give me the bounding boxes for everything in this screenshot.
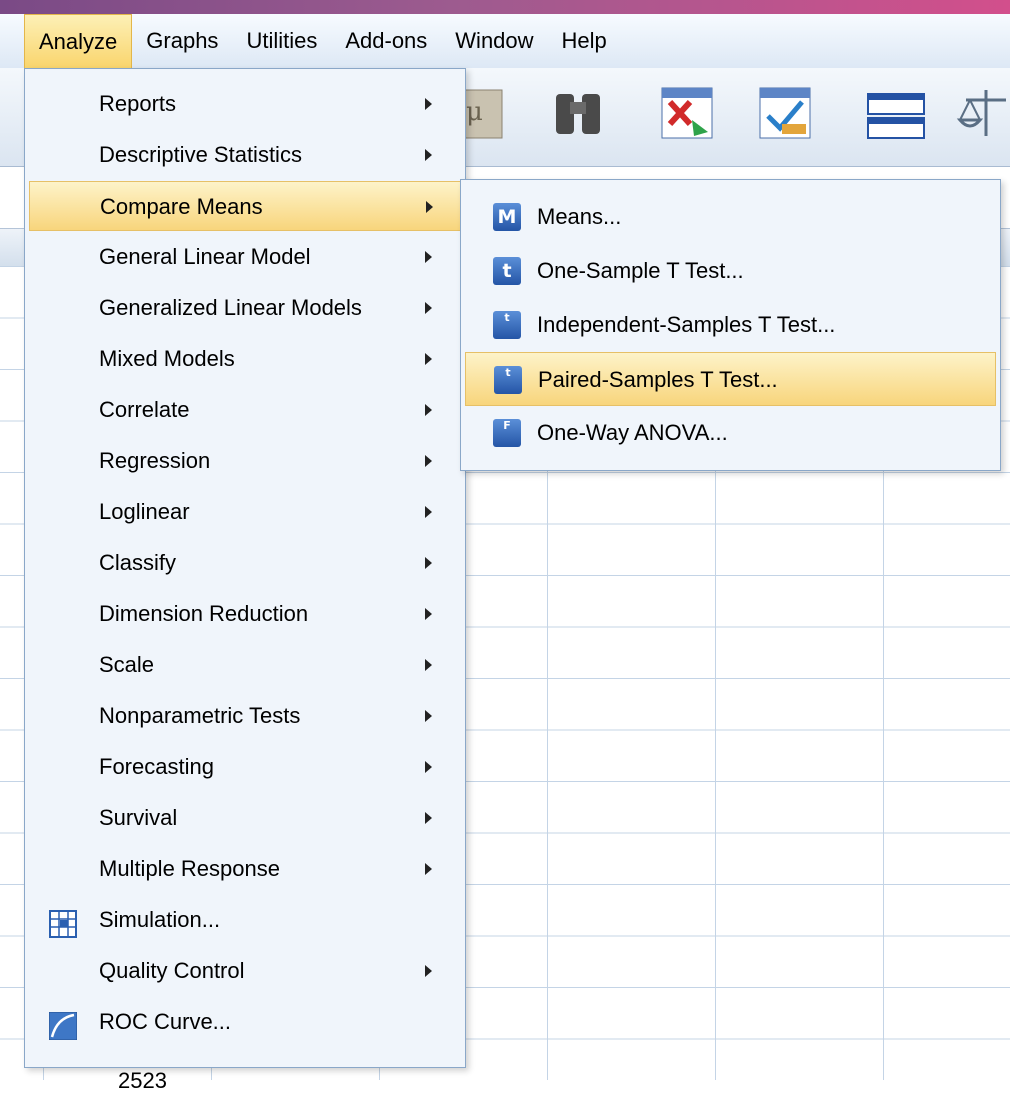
menu-item-label: Multiple Response — [99, 856, 280, 881]
select-cases-icon[interactable] — [752, 80, 818, 146]
menu-item-mixed-models[interactable]: Mixed Models — [29, 334, 461, 384]
menu-item-label: Reports — [99, 91, 177, 116]
submenu-item-label: One-Way ANOVA... — [537, 420, 728, 445]
menu-item-dimension-reduction[interactable]: Dimension Reduction — [29, 589, 461, 639]
submenu-arrow-icon — [425, 98, 432, 110]
window-title-strip — [0, 0, 1010, 14]
menu-item-simulation[interactable]: Simulation... — [29, 895, 461, 945]
submenu-arrow-icon — [425, 863, 432, 875]
submenu-arrow-icon — [425, 761, 432, 773]
menu-utilities[interactable]: Utilities — [232, 14, 331, 68]
independent-samples-t-test-icon: t — [493, 311, 521, 339]
menu-item-label: Generalized Linear Models — [99, 295, 362, 320]
menu-item-quality-control[interactable]: Quality Control — [29, 946, 461, 996]
menu-item-label: Forecasting — [99, 754, 214, 779]
submenu-arrow-icon — [425, 659, 432, 671]
submenu-item-label: Means... — [537, 204, 622, 229]
menu-item-regression[interactable]: Regression — [29, 436, 461, 486]
weight-cases-icon[interactable] — [956, 80, 1010, 146]
menu-item-label: Regression — [99, 448, 211, 473]
one-sample-t-test-icon: t — [493, 257, 521, 285]
menu-item-classify[interactable]: Classify — [29, 538, 461, 588]
svg-text:μ: μ — [466, 97, 483, 127]
row-number: 2523 — [118, 1068, 167, 1093]
menu-item-label: Compare Means — [100, 194, 263, 219]
submenu-arrow-icon — [425, 302, 432, 314]
submenu-arrow-icon — [425, 404, 432, 416]
menu-item-descriptive-statistics[interactable]: Descriptive Statistics — [29, 130, 461, 180]
menu-item-correlate[interactable]: Correlate — [29, 385, 461, 435]
submenu-item-label: Paired-Samples T Test... — [538, 367, 778, 392]
submenu-arrow-icon — [425, 353, 432, 365]
menu-item-label: Correlate — [99, 397, 190, 422]
submenu-item-paired-samples-t-test[interactable]: t Paired-Samples T Test... — [465, 352, 996, 406]
menu-item-label: Nonparametric Tests — [99, 703, 301, 728]
menu-add-ons[interactable]: Add-ons — [331, 14, 441, 68]
menu-item-loglinear[interactable]: Loglinear — [29, 487, 461, 537]
menu-item-label: Survival — [99, 805, 178, 830]
menu-item-label: Descriptive Statistics — [99, 142, 302, 167]
menu-item-label: General Linear Model — [99, 244, 311, 269]
menu-bar: Analyze Graphs Utilities Add-ons Window … — [0, 14, 1010, 69]
menu-item-roc-curve[interactable]: ROC Curve... — [29, 997, 461, 1047]
menu-item-compare-means[interactable]: Compare Means — [29, 181, 461, 231]
find-icon[interactable] — [548, 80, 614, 146]
menu-item-multiple-response[interactable]: Multiple Response — [29, 844, 461, 894]
menu-item-label: Loglinear — [99, 499, 190, 524]
menu-item-survival[interactable]: Survival — [29, 793, 461, 843]
menu-item-label: Dimension Reduction — [99, 601, 309, 626]
compare-means-submenu: M Means... t One-Sample T Test... t Inde… — [460, 179, 1001, 471]
menu-item-reports[interactable]: Reports — [29, 79, 461, 129]
menu-item-forecasting[interactable]: Forecasting — [29, 742, 461, 792]
menu-item-label: Mixed Models — [99, 346, 235, 371]
delete-cases-icon[interactable] — [656, 80, 722, 146]
menu-help[interactable]: Help — [548, 14, 621, 68]
menu-item-label: Quality Control — [99, 958, 245, 983]
menu-item-nonparametric-tests[interactable]: Nonparametric Tests — [29, 691, 461, 741]
submenu-item-label: One-Sample T Test... — [537, 258, 744, 283]
means-icon: M — [493, 203, 521, 231]
menu-item-label: Scale — [99, 652, 155, 677]
table-icon[interactable] — [864, 80, 930, 146]
submenu-arrow-icon — [425, 506, 432, 518]
submenu-arrow-icon — [425, 557, 432, 569]
menu-window[interactable]: Window — [441, 14, 547, 68]
roc-curve-icon — [48, 1008, 78, 1041]
menu-analyze[interactable]: Analyze — [24, 14, 133, 68]
submenu-arrow-icon — [425, 608, 432, 620]
submenu-arrow-icon — [425, 251, 432, 263]
submenu-item-one-sample-t-test[interactable]: t One-Sample T Test... — [465, 244, 996, 298]
analyze-menu: Reports Descriptive Statistics Compare M… — [24, 68, 466, 1068]
submenu-item-independent-samples-t-test[interactable]: t Independent-Samples T Test... — [465, 298, 996, 352]
submenu-arrow-icon — [425, 812, 432, 824]
menu-item-scale[interactable]: Scale — [29, 640, 461, 690]
paired-samples-t-test-icon: t — [494, 366, 522, 394]
submenu-arrow-icon — [426, 201, 433, 213]
menu-item-label: ROC Curve... — [99, 1009, 232, 1034]
one-way-anova-icon: F — [493, 419, 521, 447]
submenu-item-means[interactable]: M Means... — [465, 190, 996, 244]
menu-item-label: Classify — [99, 550, 177, 575]
submenu-item-one-way-anova[interactable]: F One-Way ANOVA... — [465, 406, 996, 460]
menu-item-generalized-linear-models[interactable]: Generalized Linear Models — [29, 283, 461, 333]
submenu-arrow-icon — [425, 149, 432, 161]
menu-item-label: Simulation... — [99, 907, 221, 932]
menu-item-general-linear-model[interactable]: General Linear Model — [29, 232, 461, 282]
submenu-arrow-icon — [425, 710, 432, 722]
menu-graphs[interactable]: Graphs — [132, 14, 232, 68]
submenu-arrow-icon — [425, 965, 432, 977]
submenu-item-label: Independent-Samples T Test... — [537, 312, 836, 337]
simulation-icon — [49, 906, 77, 938]
submenu-arrow-icon — [425, 455, 432, 467]
